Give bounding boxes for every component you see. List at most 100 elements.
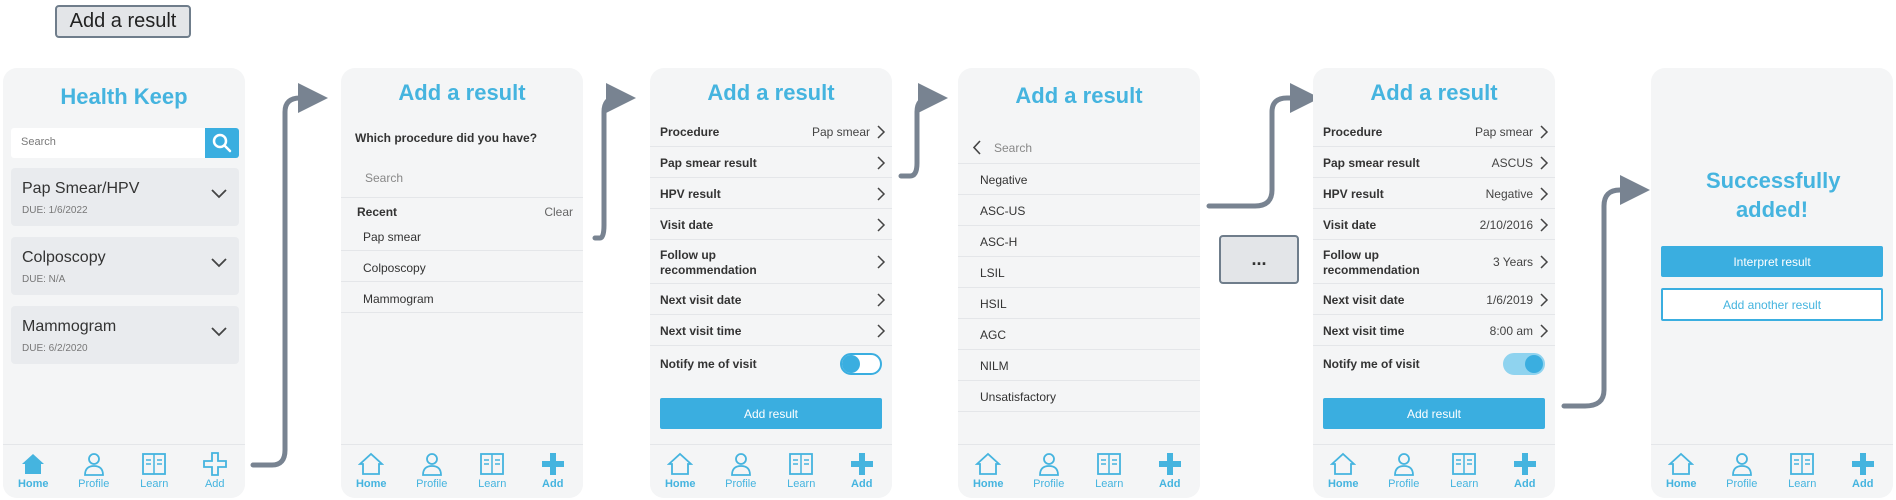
bottom-nav: Home Profile Learn Add <box>1313 444 1555 498</box>
result-option[interactable]: HSIL <box>958 288 1200 319</box>
profile-icon <box>730 453 751 476</box>
profile-icon <box>1393 453 1414 476</box>
field-next-visit-date[interactable]: Next visit date <box>650 284 892 315</box>
connector-2-3 <box>592 83 636 241</box>
chevron-down-icon[interactable] <box>211 258 227 268</box>
nav-profile[interactable]: Profile <box>711 445 772 498</box>
nav-label: Add <box>851 478 873 490</box>
nav-label: Learn <box>478 478 507 490</box>
ellipsis-box: ... <box>1219 235 1299 284</box>
field-label: HPV result <box>1323 187 1384 201</box>
chevron-down-icon[interactable] <box>211 327 227 337</box>
search-button[interactable] <box>205 128 239 158</box>
nav-home[interactable]: Home <box>650 445 711 498</box>
result-option[interactable]: NILM <box>958 350 1200 381</box>
field-hpv-result[interactable]: HPV result Negative <box>1313 178 1555 209</box>
add-result-button[interactable]: Add result <box>1323 398 1545 429</box>
nav-label: Home <box>1327 478 1359 490</box>
nav-add[interactable]: Add <box>1495 445 1556 498</box>
chevron-right-icon <box>1540 125 1549 139</box>
screen-home: Health Keep Search Pap Smear/HPV DUE: 1/… <box>3 68 245 498</box>
home-icon <box>22 454 45 474</box>
nav-learn[interactable]: Learn <box>124 445 185 498</box>
nav-learn[interactable]: Learn <box>771 445 832 498</box>
field-visit-date[interactable]: Visit date 2/10/2016 <box>1313 209 1555 240</box>
card-name: Mammogram <box>22 318 117 335</box>
add-another-result-button[interactable]: Add another result <box>1661 288 1883 321</box>
chevron-right-icon <box>1540 218 1549 232</box>
nav-learn[interactable]: Learn <box>462 445 523 498</box>
nav-add[interactable]: Add <box>1140 445 1201 498</box>
field-procedure[interactable]: Procedure Pap smear <box>650 116 892 147</box>
field-next-visit-time[interactable]: Next visit time 8:00 am <box>1313 315 1555 346</box>
nav-home[interactable]: Home <box>1651 445 1712 498</box>
procedure-search-input[interactable]: Search <box>341 154 583 198</box>
field-follow-up[interactable]: Follow up recommendation 3 Years <box>1313 240 1555 284</box>
nav-label: Learn <box>140 478 169 490</box>
card-name: Pap Smear/HPV <box>22 180 140 197</box>
search-input[interactable]: Search <box>11 128 205 158</box>
flow-connectors <box>250 83 1650 468</box>
recent-heading: Recent <box>357 205 398 219</box>
recent-item[interactable]: Colposcopy <box>341 251 583 282</box>
back-chevron-icon[interactable] <box>972 140 981 155</box>
notify-toggle[interactable] <box>840 353 882 375</box>
field-next-visit-time[interactable]: Next visit time <box>650 315 892 346</box>
nav-home[interactable]: Home <box>3 445 64 498</box>
result-search-input[interactable]: Search <box>994 141 1032 155</box>
nav-profile[interactable]: Profile <box>1374 445 1435 498</box>
notify-row: Notify me of visit <box>650 346 892 382</box>
result-search[interactable]: Search <box>958 130 1200 164</box>
field-procedure[interactable]: Procedure Pap smear <box>1313 116 1555 147</box>
recent-item[interactable]: Mammogram <box>341 282 583 313</box>
field-label: Visit date <box>1323 218 1377 232</box>
bottom-nav: Home Profile Learn Add <box>1651 444 1893 498</box>
nav-label: Add <box>204 478 225 490</box>
field-pap-smear-result[interactable]: Pap smear result ASCUS <box>1313 147 1555 178</box>
plus-icon <box>541 453 564 475</box>
nav-profile[interactable]: Profile <box>64 445 125 498</box>
nav-home[interactable]: Home <box>341 445 402 498</box>
recent-item[interactable]: Pap smear <box>341 220 583 251</box>
connector-3-4 <box>898 83 948 179</box>
nav-label: Profile <box>1726 478 1758 490</box>
procedure-card-colposcopy[interactable]: Colposcopy DUE: N/A <box>11 237 239 295</box>
result-option[interactable]: ASC-US <box>958 195 1200 226</box>
field-value: 1/6/2019 <box>1486 293 1533 307</box>
procedure-card-mammogram[interactable]: Mammogram DUE: 6/2/2020 <box>11 306 239 364</box>
field-hpv-result[interactable]: HPV result <box>650 178 892 209</box>
nav-profile[interactable]: Profile <box>402 445 463 498</box>
nav-learn[interactable]: Learn <box>1079 445 1140 498</box>
notify-toggle[interactable] <box>1503 353 1545 375</box>
connector-5-6 <box>1561 175 1650 409</box>
nav-add[interactable]: Add <box>1833 445 1894 498</box>
field-visit-date[interactable]: Visit date <box>650 209 892 240</box>
nav-home[interactable]: Home <box>1313 445 1374 498</box>
procedure-card-pap-smear[interactable]: Pap Smear/HPV DUE: 1/6/2022 <box>11 168 239 226</box>
chevron-down-icon[interactable] <box>211 189 227 199</box>
nav-profile[interactable]: Profile <box>1712 445 1773 498</box>
nav-add[interactable]: Add <box>185 445 246 498</box>
field-follow-up[interactable]: Follow up recommendation <box>650 240 892 284</box>
result-option[interactable]: Unsatisfactory <box>958 381 1200 412</box>
result-option[interactable]: Negative <box>958 164 1200 195</box>
field-label: Follow up recommendation <box>1323 248 1420 277</box>
connector-4-5 <box>1206 83 1320 209</box>
result-option[interactable]: ASC-H <box>958 226 1200 257</box>
nav-profile[interactable]: Profile <box>1019 445 1080 498</box>
result-option[interactable]: AGC <box>958 319 1200 350</box>
result-option[interactable]: LSIL <box>958 257 1200 288</box>
nav-add[interactable]: Add <box>832 445 893 498</box>
clear-recent-button[interactable]: Clear <box>544 205 573 219</box>
nav-learn[interactable]: Learn <box>1772 445 1833 498</box>
add-result-button[interactable]: Add result <box>660 398 882 429</box>
nav-add[interactable]: Add <box>523 445 584 498</box>
nav-learn[interactable]: Learn <box>1434 445 1495 498</box>
nav-home[interactable]: Home <box>958 445 1019 498</box>
notify-label: Notify me of visit <box>1323 357 1420 371</box>
chevron-right-icon <box>877 293 886 307</box>
field-next-visit-date[interactable]: Next visit date 1/6/2019 <box>1313 284 1555 315</box>
app-title: Health Keep <box>60 84 188 109</box>
field-pap-smear-result[interactable]: Pap smear result <box>650 147 892 178</box>
interpret-result-button[interactable]: Interpret result <box>1661 246 1883 277</box>
